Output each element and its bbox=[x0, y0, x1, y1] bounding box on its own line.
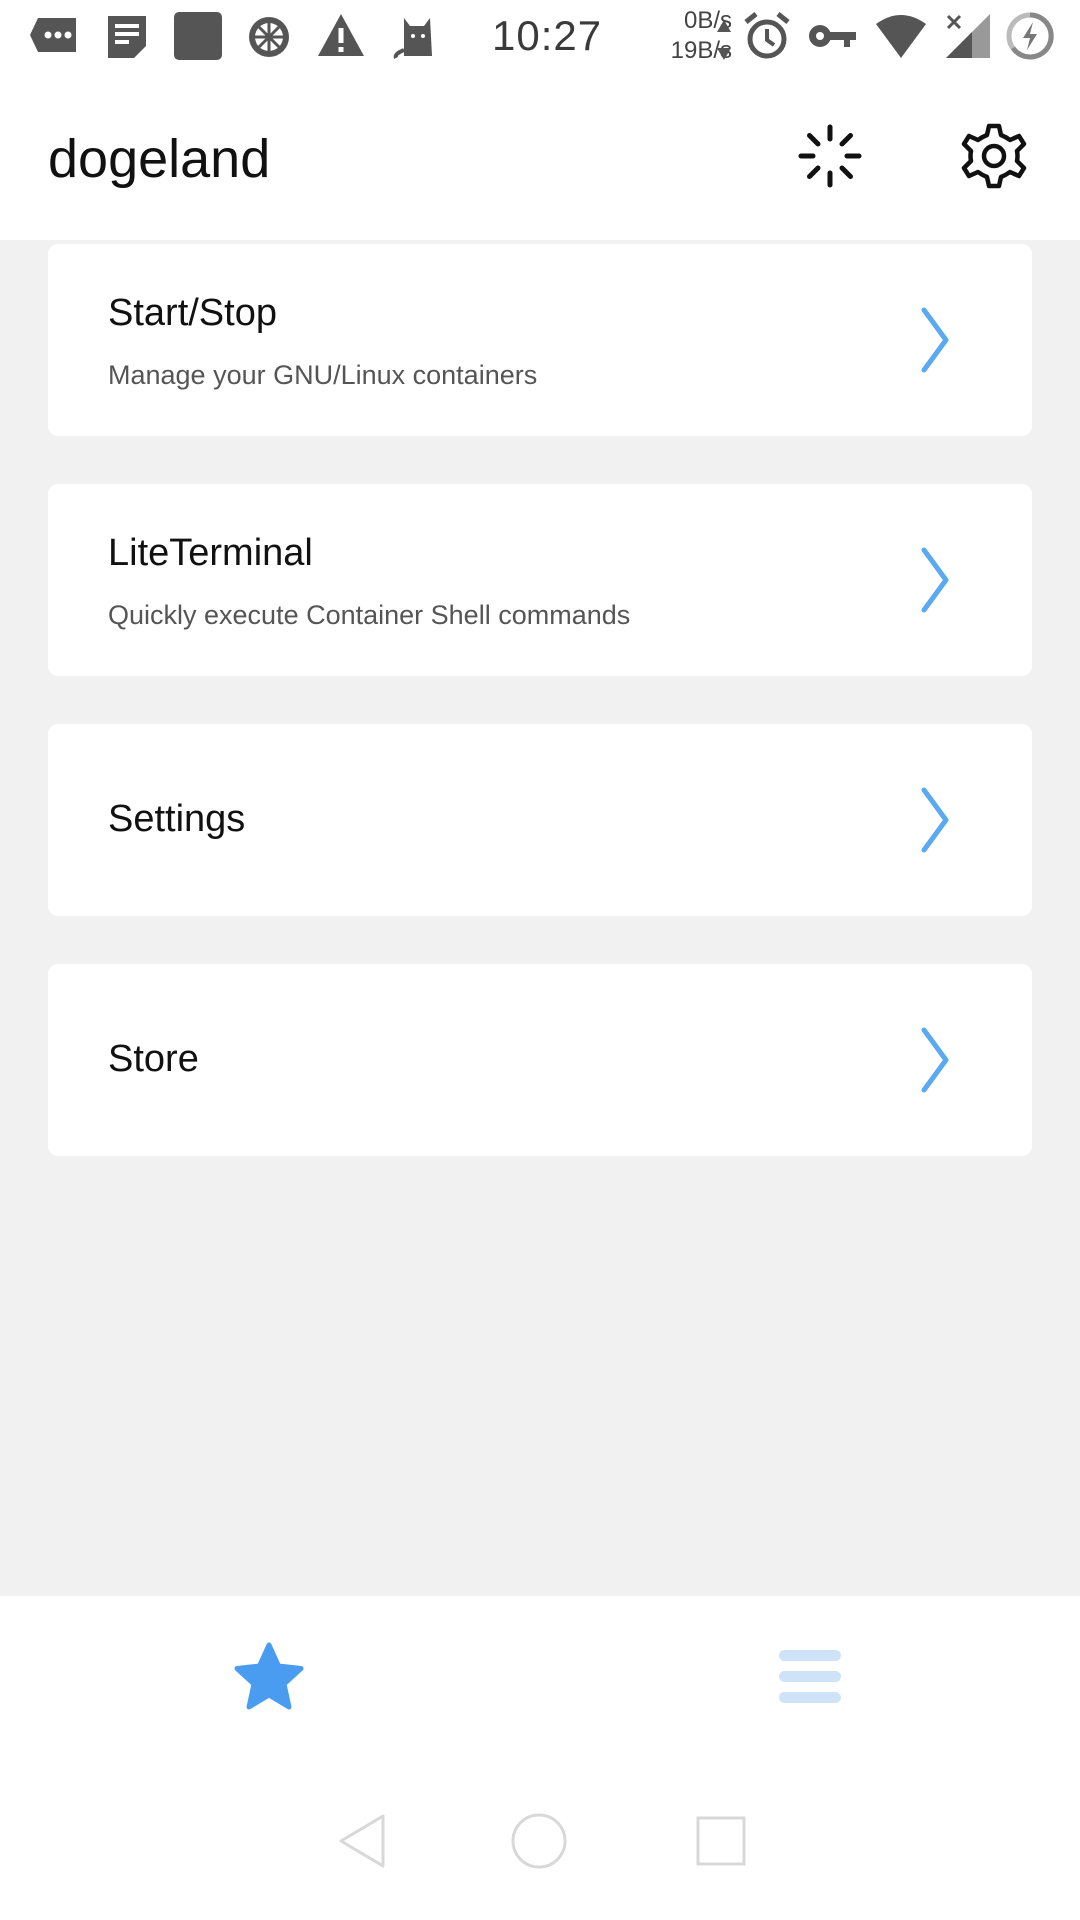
chevron-right-icon bbox=[916, 784, 952, 856]
app-icon bbox=[172, 10, 224, 62]
home-circle-icon bbox=[509, 1811, 569, 1876]
signal-icon bbox=[942, 10, 992, 62]
app-bar: dogeland bbox=[0, 76, 1080, 240]
back-triangle-icon bbox=[333, 1811, 389, 1876]
menu-card-store[interactable]: Store bbox=[48, 964, 1032, 1156]
clock-time: 10:27 bbox=[492, 12, 603, 59]
nav-favorites-tab[interactable] bbox=[224, 1634, 314, 1724]
recents-button[interactable] bbox=[686, 1808, 756, 1878]
loading-spinner-icon bbox=[797, 123, 863, 194]
menu-card-subtitle: Quickly execute Container Shell commands bbox=[108, 600, 631, 630]
speed-arrows-icon bbox=[716, 18, 732, 62]
nav-menu-tab[interactable] bbox=[765, 1634, 855, 1724]
menu-card-title: LiteTerminal bbox=[108, 532, 313, 574]
wifi-icon bbox=[874, 10, 928, 62]
app-title: dogeland bbox=[48, 129, 271, 189]
star-icon bbox=[233, 1642, 305, 1717]
system-navigation-bar bbox=[0, 1760, 1080, 1920]
battery-charging-icon bbox=[1004, 10, 1056, 62]
menu-card-title: Settings bbox=[108, 798, 246, 840]
chevron-right-icon bbox=[916, 304, 952, 376]
alarm-icon bbox=[742, 10, 792, 62]
menu-card-subtitle: Manage your GNU/Linux containers bbox=[108, 360, 538, 390]
warning-icon bbox=[316, 10, 366, 62]
notes-icon bbox=[104, 10, 150, 62]
cat-icon bbox=[390, 10, 440, 62]
menu-card-settings[interactable]: Settings bbox=[48, 724, 1032, 916]
menu-card-title: Start/Stop bbox=[108, 292, 277, 334]
home-button[interactable] bbox=[504, 1808, 574, 1878]
chevron-right-icon bbox=[916, 544, 952, 616]
chevron-right-icon bbox=[916, 1024, 952, 1096]
gear-icon bbox=[956, 118, 1032, 199]
loading-button[interactable] bbox=[788, 116, 872, 200]
orange-icon bbox=[246, 10, 292, 62]
recents-square-icon bbox=[693, 1813, 749, 1874]
status-bar: 10:27 0B/s 19B/s bbox=[0, 0, 1080, 76]
bottom-navigation bbox=[0, 1596, 1080, 1760]
settings-button[interactable] bbox=[952, 116, 1036, 200]
menu-card-start-stop[interactable]: Start/Stop Manage your GNU/Linux contain… bbox=[48, 244, 1032, 436]
message-icon bbox=[28, 10, 80, 62]
vpn-key-icon bbox=[806, 10, 858, 62]
menu-icon bbox=[777, 1646, 843, 1713]
back-button[interactable] bbox=[326, 1808, 396, 1878]
menu-card-title: Store bbox=[108, 1038, 199, 1080]
menu-card-liteterminal[interactable]: LiteTerminal Quickly execute Container S… bbox=[48, 484, 1032, 676]
